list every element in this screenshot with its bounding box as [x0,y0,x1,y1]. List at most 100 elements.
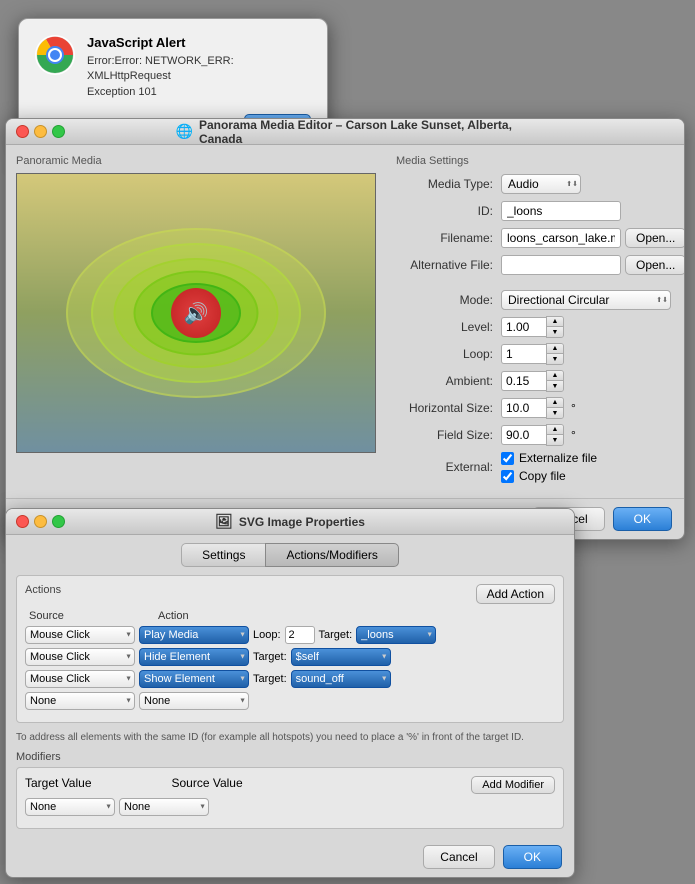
loop-spinner: ▲ ▼ [501,343,564,365]
modifiers-col-headers: Target Value Source Value Add Modifier [25,776,555,794]
hsize-label: Horizontal Size: [396,401,501,415]
level-down-btn[interactable]: ▼ [547,327,563,337]
hsize-input[interactable] [501,398,546,418]
alt-file-row: Alternative File: Open... [396,254,685,276]
hsize-up-btn[interactable]: ▲ [547,398,563,408]
hsize-spinner: ▲ ▼ [501,397,564,419]
fieldsize-spinner-btns: ▲ ▼ [546,424,564,446]
alert-message-line2: Exception 101 [87,86,157,98]
action-row-4-action-wrapper: None [139,692,249,710]
copy-row: Copy file [501,469,597,483]
action-row-2-source-wrapper: Mouse Click [25,648,135,666]
filename-row: Filename: Open... [396,227,685,249]
tab-actions-modifiers[interactable]: Actions/Modifiers [265,543,398,567]
externalize-label: Externalize file [519,451,597,465]
action-row-2-source[interactable]: Mouse Click [25,648,135,666]
loop-value-1[interactable] [285,626,315,644]
hsize-unit: ° [571,401,576,415]
add-action-button[interactable]: Add Action [476,584,555,604]
traffic-lights [16,125,65,138]
action-row-3-target[interactable]: sound_off [291,670,391,688]
mode-select[interactable]: Directional Circular [501,290,671,310]
alt-file-input[interactable] [501,255,621,275]
hsize-control: ▲ ▼ ° [501,397,685,419]
pme-ok-button[interactable]: OK [613,507,672,531]
ambient-input[interactable] [501,371,546,391]
loop-row: Loop: ▲ ▼ [396,343,685,365]
svg-ok-button[interactable]: OK [503,845,562,869]
action-row-4-action[interactable]: None [139,692,249,710]
action-row-4: None None [25,692,555,710]
hsize-down-btn[interactable]: ▼ [547,408,563,418]
filename-label: Filename: [396,231,501,245]
ambient-spinner: ▲ ▼ [501,370,564,392]
ambient-up-btn[interactable]: ▲ [547,371,563,381]
minimize-button[interactable] [34,125,47,138]
loop-down-btn[interactable]: ▼ [547,354,563,364]
level-up-btn[interactable]: ▲ [547,317,563,327]
fieldsize-spinner: ▲ ▼ [501,424,564,446]
media-preview: 🔊 [16,173,376,453]
action-row-1-action-wrapper: Play Media [139,626,249,644]
media-type-control: Audio [501,174,685,194]
chrome-icon [35,35,75,75]
loop-up-btn[interactable]: ▲ [547,344,563,354]
tab-settings[interactable]: Settings [181,543,265,567]
fieldsize-control: ▲ ▼ ° [501,424,685,446]
svg-title: 🖼 SVG Image Properties [215,513,365,530]
fieldsize-up-btn[interactable]: ▲ [547,425,563,435]
action-row-2-target[interactable]: $self [291,648,391,666]
alt-file-label: Alternative File: [396,258,501,272]
svg-maximize-button[interactable] [52,515,65,528]
action-row-2-action[interactable]: Hide Element [139,648,249,666]
svg-minimize-button[interactable] [34,515,47,528]
target-label-3: Target: [253,673,287,685]
copy-checkbox[interactable] [501,470,514,483]
svg-traffic-lights [16,515,65,528]
pme-left-panel: Panoramic Media 🔊 [16,155,386,488]
media-type-row: Media Type: Audio [396,173,685,195]
loop-input[interactable] [501,344,546,364]
modifiers-label: Modifiers [16,751,564,763]
action-row-1-source[interactable]: Mouse Click [25,626,135,644]
fieldsize-row: Field Size: ▲ ▼ ° [396,424,685,446]
info-text: To address all elements with the same ID… [16,731,564,745]
externalize-row: Externalize file [501,451,597,465]
ambient-label: Ambient: [396,374,501,388]
level-input[interactable] [501,317,546,337]
action-row-3-source[interactable]: Mouse Click [25,670,135,688]
actions-section-title: Actions [25,584,61,596]
id-control [501,201,685,221]
copy-label: Copy file [519,469,566,483]
action-row-4-source[interactable]: None [25,692,135,710]
filename-input[interactable] [501,228,621,248]
maximize-button[interactable] [52,125,65,138]
svg-window: 🖼 SVG Image Properties Settings Actions/… [5,508,575,878]
modifier-target-select[interactable]: None [25,798,115,816]
close-button[interactable] [16,125,29,138]
modifier-source-wrapper: None [119,798,209,816]
ambient-down-btn[interactable]: ▼ [547,381,563,391]
action-row-1-target-wrapper: _loons [356,626,436,644]
media-type-select[interactable]: Audio [501,174,581,194]
action-row-2-target-wrapper: $self [291,648,391,666]
svg-cancel-button[interactable]: Cancel [423,845,494,869]
add-modifier-button[interactable]: Add Modifier [471,776,555,794]
action-row-1-action[interactable]: Play Media [139,626,249,644]
level-spinner-btns: ▲ ▼ [546,316,564,338]
fieldsize-down-btn[interactable]: ▼ [547,435,563,445]
action-row-3-action[interactable]: Show Element [139,670,249,688]
actions-header: Actions Add Action [25,584,555,604]
modifier-source-select[interactable]: None [119,798,209,816]
actions-col-headers: Source Action [25,610,555,622]
action-row-2-action-wrapper: Hide Element [139,648,249,666]
externalize-checkbox[interactable] [501,452,514,465]
speaker-icon: 🔊 [184,301,209,326]
action-row-1-target[interactable]: _loons [356,626,436,644]
mode-select-wrapper: Directional Circular [501,290,671,310]
alt-file-open-button[interactable]: Open... [625,255,685,275]
fieldsize-input[interactable] [501,425,546,445]
id-input[interactable] [501,201,621,221]
filename-open-button[interactable]: Open... [625,228,685,248]
svg-close-button[interactable] [16,515,29,528]
